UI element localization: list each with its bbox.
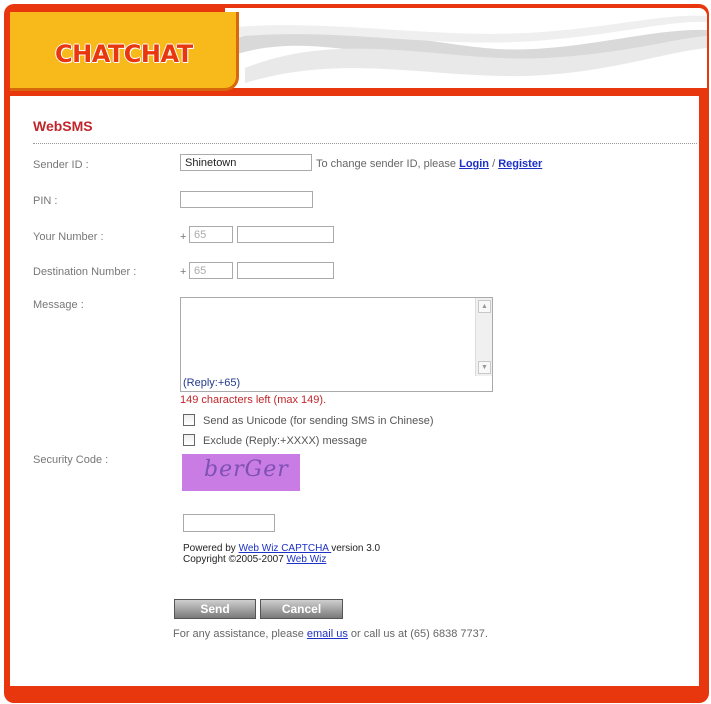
sender-id-hint-text: To change sender ID, please [316,158,460,170]
unicode-checkbox-label: Send as Unicode (for sending SMS in Chin… [203,415,434,427]
message-scrollbar[interactable]: ▲ ▼ [475,298,492,376]
captcha-version-text: version 3.0 [331,543,381,554]
unicode-checkbox[interactable] [183,414,195,426]
login-link[interactable]: Login [459,158,489,170]
register-link[interactable]: Register [498,158,542,170]
send-button[interactable]: Send [174,599,256,619]
your-number-label: Your Number : [33,231,104,243]
destination-number-input[interactable] [237,262,334,279]
header-banner-art [225,8,707,88]
copyright-line: Copyright ©2005-2007 Web Wiz [183,554,380,565]
your-number-country-code-input[interactable]: 65 [189,226,233,243]
assist-prefix: For any assistance, please [173,628,307,640]
your-number-input[interactable] [237,226,334,243]
security-code-label: Security Code : [33,454,109,466]
assist-suffix: or call us at (65) 6838 7737. [347,628,488,640]
message-textarea[interactable]: ▲ ▼ (Reply:+65) [180,297,493,392]
message-label: Message : [33,299,84,311]
characters-left-counter: 149 characters left (max 149). [180,394,327,406]
powered-by-text: Powered by [183,543,239,554]
email-us-link[interactable]: email us [307,628,348,640]
exclude-reply-checkbox[interactable] [183,434,195,446]
captcha-image: berGer [182,454,300,491]
brand-logo[interactable]: CHATCHAT [55,40,193,68]
scroll-down-icon[interactable]: ▼ [478,361,491,374]
powered-by-line: Powered by Web Wiz CAPTCHA version 3.0 [183,543,380,554]
assistance-text: For any assistance, please email us or c… [173,628,488,640]
logo-box: CHATCHAT [10,12,239,91]
copyright-text: Copyright ©2005-2007 [183,554,287,565]
destination-number-plus: + [180,266,187,278]
captcha-credits: Powered by Web Wiz CAPTCHA version 3.0 C… [183,543,380,565]
link-separator: / [489,158,499,170]
destination-number-label: Destination Number : [33,266,137,278]
main-content: WebSMS Sender ID : Shinetown To change s… [10,96,699,686]
web-wiz-captcha-link[interactable]: Web Wiz CAPTCHA [239,543,332,554]
destination-country-code-input[interactable]: 65 [189,262,233,279]
pin-input[interactable] [180,191,313,208]
web-wiz-link[interactable]: Web Wiz [287,554,327,565]
sender-id-input[interactable]: Shinetown [180,154,312,171]
sender-id-label: Sender ID : [33,159,89,171]
cancel-button[interactable]: Cancel [260,599,343,619]
reply-suffix-text: (Reply:+65) [183,377,241,389]
captcha-text: berGer [204,457,289,482]
pin-label: PIN : [33,195,58,207]
exclude-reply-checkbox-label: Exclude (Reply:+XXXX) message [203,435,368,447]
scroll-up-icon[interactable]: ▲ [478,300,491,313]
security-code-input[interactable] [183,514,275,532]
your-number-plus: + [180,231,187,243]
page-title: WebSMS [33,118,93,134]
title-divider [33,143,697,144]
sender-id-hint: To change sender ID, please Login / Regi… [316,158,542,170]
wave-graphic [225,15,707,83]
